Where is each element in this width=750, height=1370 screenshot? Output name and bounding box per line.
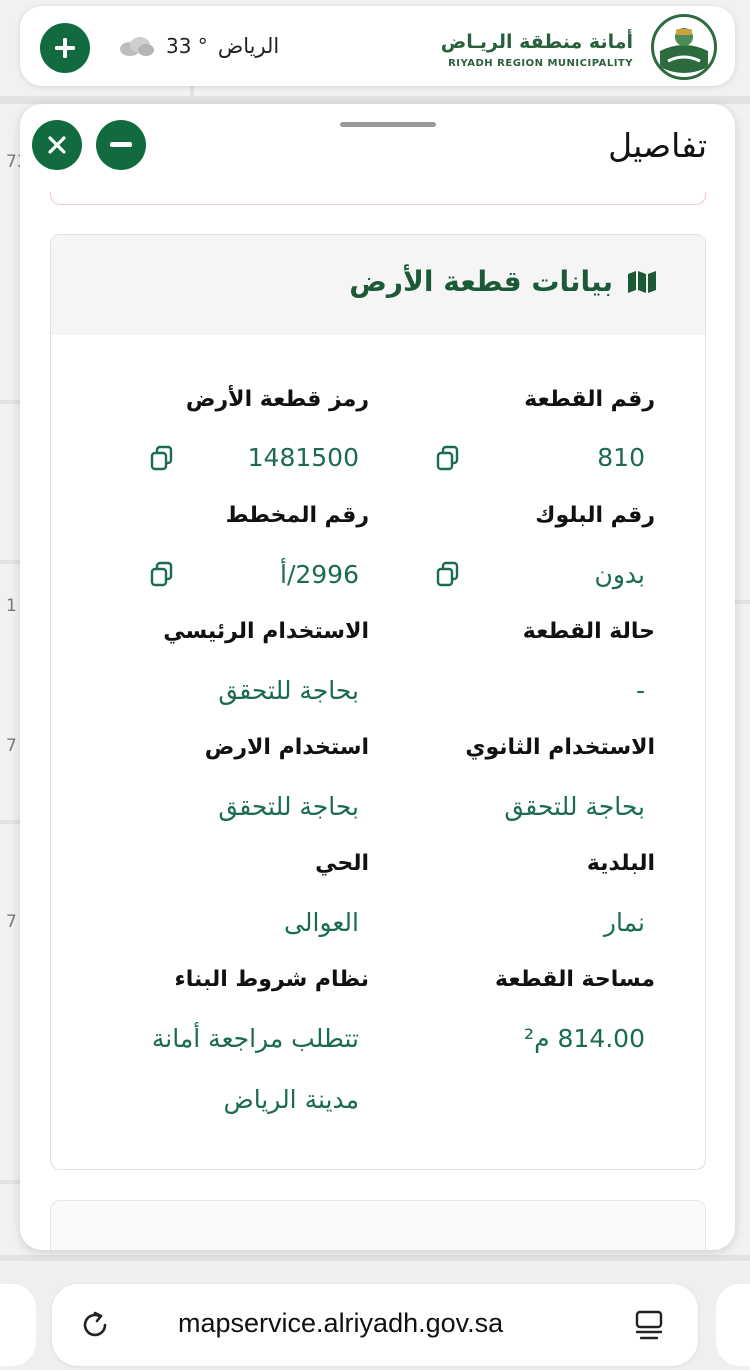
top-header: 33 ° الرياض أمانة منطقة الريـاض RIYADH R… [20, 6, 735, 86]
emblem-icon [656, 19, 712, 75]
main-use-label: الاستخدام الرئيسي [163, 619, 369, 644]
section-title-text: بيانات قطعة الأرض [349, 265, 613, 298]
previous-card-edge [50, 192, 706, 205]
map-street [0, 820, 22, 824]
logo-english: RIYADH REGION MUNICIPALITY [448, 58, 633, 69]
copy-icon[interactable] [149, 445, 175, 471]
municipality-logo-text: أمانة منطقة الريـاض RIYADH REGION MUNICI… [441, 30, 633, 69]
card-header: بيانات قطعة الأرض [51, 235, 705, 335]
panel-title: تفاصيل [608, 126, 707, 165]
plot-code-value: 1481500 [247, 443, 359, 472]
map-street [735, 600, 750, 604]
district-label: الحي [315, 851, 369, 876]
map-street [190, 86, 194, 106]
cloud-icon [120, 37, 154, 56]
plot-area-value: 814.00 م² [524, 1024, 645, 1053]
municipality-emblem[interactable] [651, 14, 717, 80]
secondary-use-value: بحاجة للتحقق [504, 792, 645, 821]
block-number-value: بدون [594, 560, 645, 589]
land-use-label: استخدام الارض [204, 735, 369, 760]
section-title: بيانات قطعة الأرض [349, 265, 657, 298]
weather-city: الرياض [217, 34, 280, 58]
plan-number-value: 2996/أ [280, 560, 359, 589]
minimize-button[interactable] [96, 120, 146, 170]
map-street [0, 1180, 22, 1184]
previous-tab[interactable] [0, 1284, 36, 1366]
close-button[interactable] [32, 120, 82, 170]
main-use-value: بحاجة للتحقق [218, 676, 359, 705]
municipality-value: نمار [603, 908, 645, 937]
plot-number-label: رقم القطعة [524, 387, 655, 412]
plan-number-label: رقم المخطط [225, 503, 369, 528]
land-use-value: بحاجة للتحقق [218, 792, 359, 821]
block-number-label: رقم البلوك [535, 503, 655, 528]
plot-code-label: رمز قطعة الأرض [185, 387, 369, 412]
details-panel: تفاصيل بيانات قطعة الأرض رقم القطعة رمز … [20, 104, 735, 1250]
map-street [0, 1255, 750, 1261]
map-street [0, 400, 22, 404]
next-card-edge [50, 1200, 706, 1250]
plus-icon [55, 38, 75, 58]
land-plot-card: بيانات قطعة الأرض رقم القطعة رمز قطعة ال… [50, 234, 706, 1170]
building-system-value-line2: مدينة الرياض [223, 1085, 359, 1114]
temperature: 33 ° [166, 34, 208, 58]
add-button[interactable] [40, 23, 90, 73]
plot-status-label: حالة القطعة [522, 619, 655, 644]
reload-icon[interactable] [78, 1308, 112, 1342]
building-system-label: نظام شروط البناء [174, 967, 369, 992]
weather-widget: 33 ° الرياض [116, 34, 279, 58]
map-label: 1 [6, 596, 17, 616]
address-bar[interactable]: mapservice.alriyadh.gov.sa [52, 1284, 698, 1366]
building-system-value-line1: تتطلب مراجعة أمانة [151, 1024, 359, 1053]
secondary-use-label: الاستخدام الثانوي [465, 735, 655, 760]
map-street [0, 96, 750, 104]
drag-handle[interactable] [340, 122, 436, 127]
map-street [0, 560, 22, 564]
reader-icon[interactable] [632, 1308, 666, 1342]
next-tab[interactable] [716, 1284, 750, 1366]
copy-icon[interactable] [435, 561, 461, 587]
browser-toolbar: mapservice.alriyadh.gov.sa [0, 1270, 750, 1370]
plot-status-value: - [635, 676, 645, 705]
map-icon [628, 270, 656, 293]
minus-icon [110, 142, 132, 147]
logo-arabic: أمانة منطقة الريـاض [440, 31, 633, 53]
plot-area-label: مساحة القطعة [495, 967, 655, 992]
map-label: 7 [6, 736, 17, 756]
plot-number-value: 810 [597, 443, 645, 472]
close-icon [48, 136, 66, 154]
copy-icon[interactable] [149, 561, 175, 587]
district-value: العوالى [284, 908, 359, 937]
municipality-label: البلدية [586, 851, 655, 876]
copy-icon[interactable] [435, 445, 461, 471]
url-text: mapservice.alriyadh.gov.sa [178, 1308, 504, 1338]
map-label: 7 [6, 912, 17, 932]
